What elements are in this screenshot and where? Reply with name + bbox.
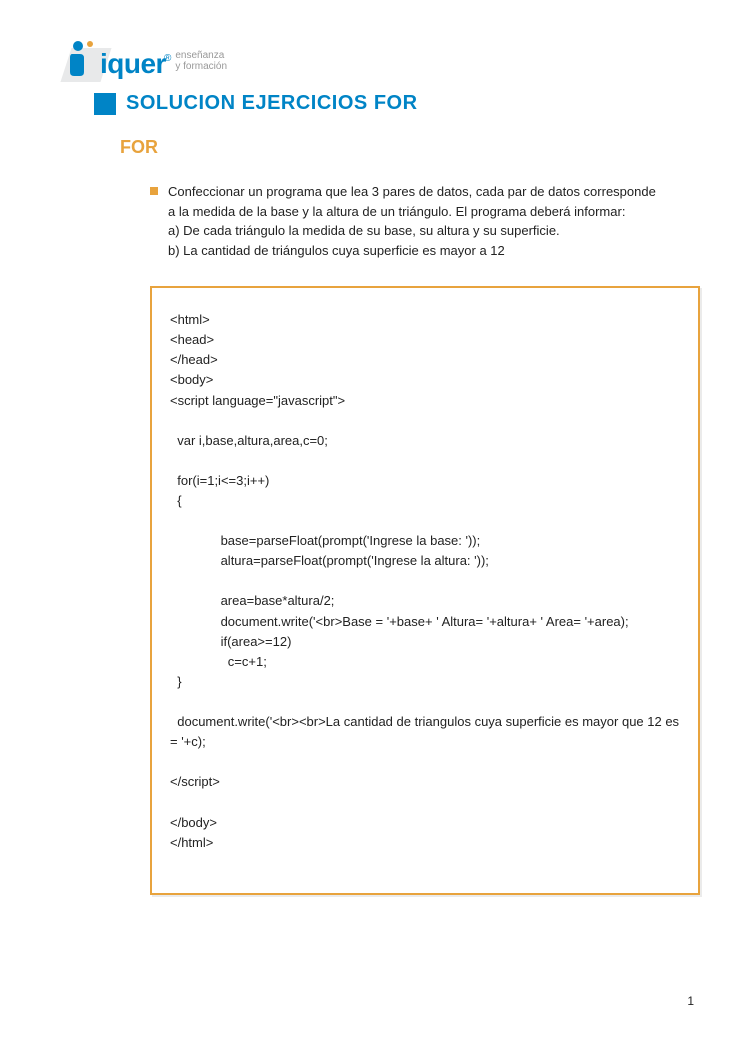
- title-square-icon: [94, 93, 116, 115]
- page-number: 1: [687, 994, 694, 1008]
- logo-tagline-2: y formación: [175, 61, 227, 72]
- bullet-square-icon: [150, 187, 158, 195]
- exercise-line-2: a) De cada triángulo la medida de su bas…: [168, 223, 560, 238]
- section-subtitle: FOR: [120, 137, 706, 158]
- code-line: </head>: [170, 350, 680, 370]
- logo-tagline: enseñanza y formación: [175, 50, 227, 72]
- exercise-line-3: b) La cantidad de triángulos cuya superf…: [168, 243, 505, 258]
- logo-tagline-1: enseñanza: [175, 50, 227, 61]
- logo-icon: [68, 40, 100, 78]
- document-title-row: SOLUCION EJERCICIOS FOR: [94, 92, 706, 115]
- code-line: base=parseFloat(prompt('Ingrese la base:…: [170, 531, 680, 551]
- code-line: var i,base,altura,area,c=0;: [170, 431, 680, 451]
- code-line: document.write('<br>Base = '+base+ ' Alt…: [170, 612, 680, 632]
- exercise-line-1: Confeccionar un programa que lea 3 pares…: [168, 184, 656, 219]
- code-line: for(i=1;i<=3;i++): [170, 471, 680, 491]
- code-line: </html>: [170, 833, 680, 853]
- brand-logo: iquer ® enseñanza y formación: [68, 30, 706, 78]
- code-line: c=c+1;: [170, 652, 680, 672]
- code-line: {: [170, 491, 680, 511]
- code-line: <body>: [170, 370, 680, 390]
- code-line: <script language="javascript">: [170, 391, 680, 411]
- code-line: <html>: [170, 310, 680, 330]
- code-line: document.write('<br><br>La cantidad de t…: [170, 712, 680, 752]
- code-line: if(area>=12): [170, 632, 680, 652]
- logo-brand-text: iquer: [100, 50, 166, 78]
- code-line: area=base*altura/2;: [170, 591, 680, 611]
- code-block: <html> <head> </head> <body> <script lan…: [150, 286, 700, 895]
- exercise-text: Confeccionar un programa que lea 3 pares…: [168, 182, 666, 260]
- document-title: SOLUCION EJERCICIOS FOR: [126, 92, 418, 115]
- code-line: altura=parseFloat(prompt('Ingrese la alt…: [170, 551, 680, 571]
- code-line: </body>: [170, 813, 680, 833]
- code-line: <head>: [170, 330, 680, 350]
- exercise-bullet: Confeccionar un programa que lea 3 pares…: [150, 182, 666, 260]
- code-line: </script>: [170, 772, 680, 792]
- code-line: }: [170, 672, 680, 692]
